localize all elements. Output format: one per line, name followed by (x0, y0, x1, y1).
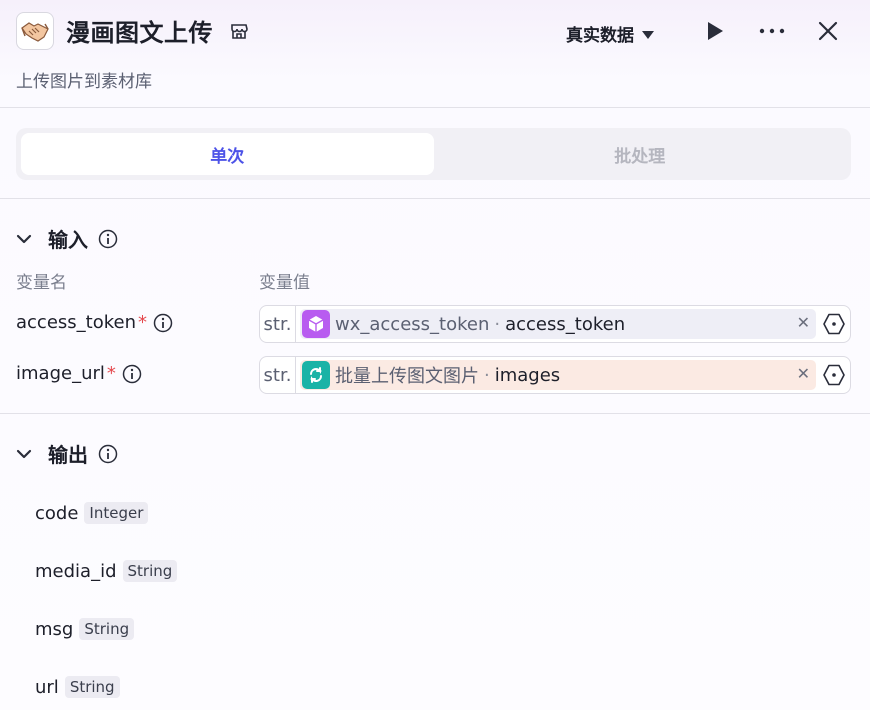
run-button[interactable] (702, 18, 728, 44)
type-tag: str. (260, 357, 296, 393)
reference-field: images (494, 364, 561, 386)
output-item-code: code Integer (35, 502, 149, 524)
clear-icon[interactable]: ✕ (797, 364, 810, 383)
node-description: 上传图片到素材库 (16, 72, 152, 92)
variable-value-image-url[interactable]: str. 批量上传图文图片 · images ✕ (259, 356, 851, 394)
data-mode-dropdown[interactable]: 真实数据 (566, 21, 654, 46)
required-marker: * (106, 363, 116, 384)
close-icon (818, 21, 838, 41)
cube-icon (302, 310, 330, 338)
data-mode-label: 真实数据 (566, 26, 634, 46)
node-title: 漫画图文上传 (66, 19, 213, 47)
play-icon (708, 22, 723, 40)
info-icon[interactable] (153, 313, 173, 333)
variable-label: access_token (16, 312, 136, 333)
chevron-down-icon (16, 234, 32, 243)
output-name: media_id (35, 560, 117, 582)
output-item-url: url String (35, 676, 120, 698)
chevron-down-icon (16, 449, 32, 458)
output-section-title: 输出 (48, 443, 88, 467)
variable-reference[interactable]: wx_access_token · access_token ✕ (300, 309, 816, 339)
type-tag: str. (260, 306, 296, 342)
type-badge: String (79, 618, 135, 640)
reference-field: access_token (505, 313, 626, 335)
output-item-msg: msg String (35, 618, 135, 640)
node-header: 漫画图文上传 上传图片到素材库 真实数据 (0, 0, 870, 108)
output-section-toggle[interactable]: 输出 (16, 439, 118, 468)
info-icon[interactable] (98, 229, 118, 249)
variable-name-image-url: image_url * (16, 363, 142, 384)
variable-name-access-token: access_token * (16, 312, 173, 333)
input-section-title: 输入 (48, 228, 88, 252)
info-icon[interactable] (122, 364, 142, 384)
column-header-value: 变量值 (259, 273, 310, 293)
variable-value-access-token[interactable]: str. wx_access_token · access_token ✕ (259, 305, 851, 343)
mode-tabs: 单次 批处理 (16, 128, 851, 180)
variable-picker-icon[interactable] (822, 363, 846, 387)
reference-node: wx_access_token (335, 313, 490, 335)
type-badge: Integer (84, 502, 149, 524)
more-icon (759, 28, 785, 34)
required-marker: * (138, 312, 147, 333)
tab-single[interactable]: 单次 (21, 133, 434, 175)
output-name: code (35, 502, 79, 524)
variable-reference[interactable]: 批量上传图文图片 · images ✕ (300, 360, 816, 390)
tab-batch[interactable]: 批处理 (434, 133, 847, 175)
section-divider (0, 413, 870, 414)
caret-down-icon (642, 30, 654, 39)
type-badge: String (122, 560, 178, 582)
output-item-media-id: media_id String (35, 560, 178, 582)
column-header-name: 变量名 (16, 273, 67, 293)
type-badge: String (64, 676, 120, 698)
mode-tabs-section: 单次 批处理 (0, 108, 870, 199)
loop-icon (302, 361, 330, 389)
more-button[interactable] (759, 18, 785, 44)
reference-node: 批量上传图文图片 (335, 366, 479, 387)
output-name: msg (35, 618, 74, 640)
info-icon[interactable] (98, 444, 118, 464)
input-section-toggle[interactable]: 输入 (16, 224, 118, 253)
handshake-icon (16, 12, 54, 50)
variable-picker-icon[interactable] (822, 312, 846, 336)
reference-separator: · (484, 364, 490, 386)
clear-icon[interactable]: ✕ (797, 313, 810, 332)
reference-separator: · (494, 313, 501, 335)
store-icon[interactable] (230, 22, 248, 40)
output-name: url (35, 676, 59, 698)
variable-label: image_url (16, 363, 105, 384)
close-button[interactable] (815, 18, 841, 44)
